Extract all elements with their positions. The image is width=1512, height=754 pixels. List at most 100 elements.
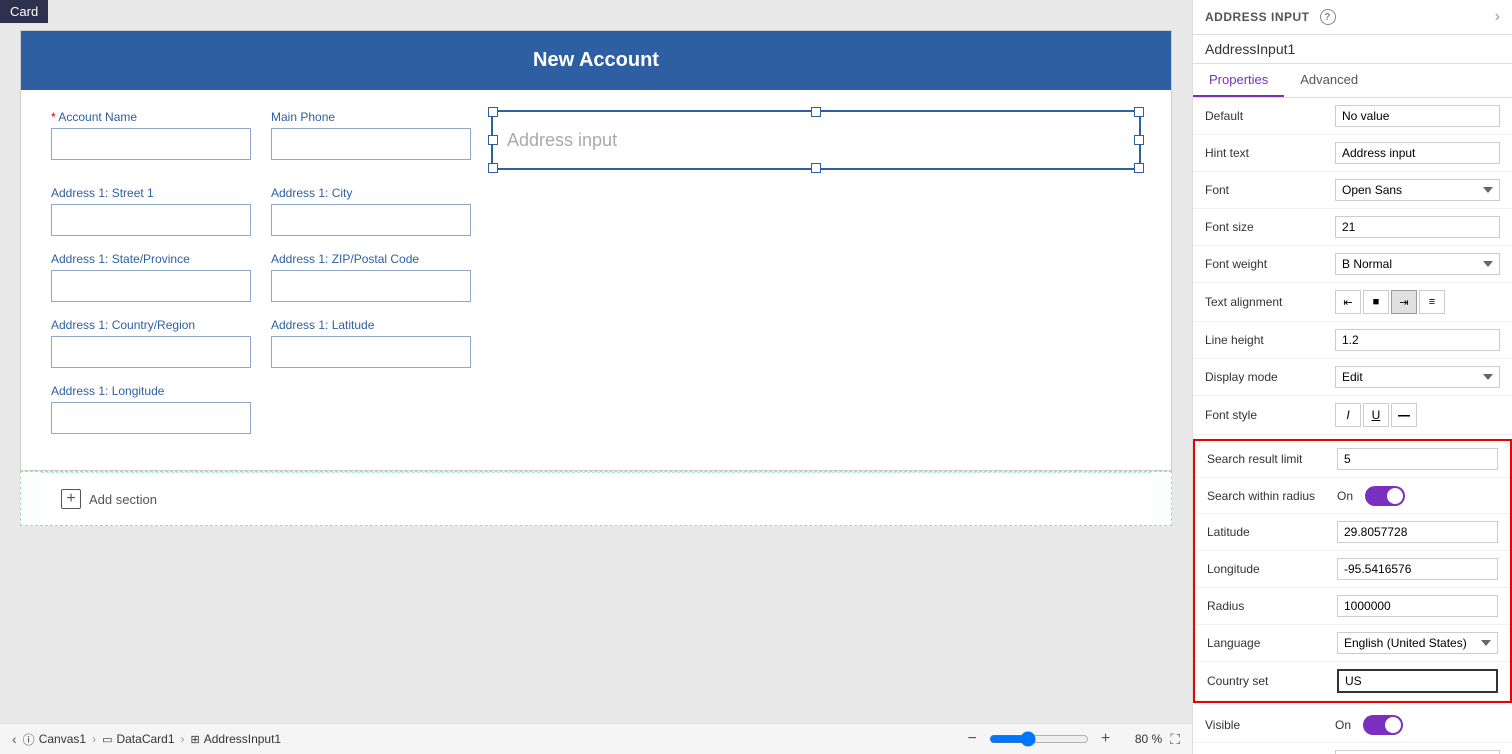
field-label-latitude: Address 1: Latitude	[271, 318, 471, 332]
input-longitude-prop[interactable]	[1337, 558, 1498, 580]
visible-on-label: On	[1335, 718, 1351, 732]
prop-language: Language English (United States)	[1195, 625, 1510, 662]
tab-properties[interactable]: Properties	[1193, 64, 1284, 97]
input-line-height[interactable]	[1335, 329, 1500, 351]
tab-advanced[interactable]: Advanced	[1284, 64, 1374, 97]
prop-padding-top: Padding top	[1193, 743, 1512, 754]
panel-tabs: Properties Advanced	[1193, 64, 1512, 98]
input-latitude[interactable]	[271, 336, 471, 368]
addressinput-label: AddressInput1	[204, 732, 281, 746]
strikethrough-button[interactable]: —	[1391, 403, 1417, 427]
zoom-plus-button[interactable]: +	[1097, 730, 1114, 748]
prop-font-style: Font style I U —	[1193, 396, 1512, 435]
panel-title-row: ADDRESS INPUT ?	[1205, 9, 1336, 25]
breadcrumb-canvas1[interactable]: ⓘ Canvas1	[23, 731, 86, 748]
expand-button[interactable]: ⛶	[1170, 731, 1180, 748]
underline-button[interactable]: U	[1363, 403, 1389, 427]
add-section-button[interactable]: + Add section	[41, 472, 1151, 525]
handle-bl[interactable]	[488, 163, 498, 173]
panel-title: ADDRESS INPUT	[1205, 10, 1310, 24]
prop-latitude: Latitude	[1195, 514, 1510, 551]
panel-chevron-icon[interactable]: ›	[1495, 8, 1500, 26]
input-longitude[interactable]	[51, 402, 251, 434]
prop-label-radius: Radius	[1207, 599, 1337, 613]
handle-tm[interactable]	[811, 107, 821, 117]
visible-toggle[interactable]	[1363, 715, 1403, 735]
select-font[interactable]: Open Sans	[1335, 179, 1500, 201]
input-country[interactable]	[51, 336, 251, 368]
nav-arrow-left[interactable]: ‹	[12, 731, 17, 747]
field-account-name: Account Name	[51, 110, 251, 170]
align-justify-button[interactable]: ≡	[1419, 290, 1445, 314]
prop-value-display-mode: Edit View Disabled	[1335, 366, 1500, 388]
handle-tl[interactable]	[488, 107, 498, 117]
field-city: Address 1: City	[271, 186, 471, 236]
prop-label-font-size: Font size	[1205, 220, 1335, 234]
prop-font-weight: Font weight B Normal Bold Lighter	[1193, 246, 1512, 283]
field-longitude: Address 1: Longitude	[51, 384, 251, 434]
prop-label-visible: Visible	[1205, 718, 1335, 732]
address-input-selected[interactable]: Address input	[491, 110, 1141, 170]
prop-label-font-style: Font style	[1205, 408, 1335, 422]
prop-label-font-weight: Font weight	[1205, 257, 1335, 271]
prop-hint-text: Hint text	[1193, 135, 1512, 172]
main-layout: Card New Account Account Name Main Phone	[0, 0, 1512, 754]
breadcrumb-datacard1[interactable]: ▭ DataCard1	[102, 732, 174, 746]
zoom-minus-button[interactable]: −	[964, 730, 981, 748]
input-country-set[interactable]	[1337, 669, 1498, 693]
input-hint[interactable]	[1335, 142, 1500, 164]
form-body: Account Name Main Phone	[21, 90, 1171, 470]
prop-label-default: Default	[1205, 109, 1335, 123]
handle-br[interactable]	[1134, 163, 1144, 173]
input-search-result-limit[interactable]	[1337, 448, 1498, 470]
breadcrumb-sep2: ›	[181, 732, 185, 746]
field-label-longitude: Address 1: Longitude	[51, 384, 251, 398]
card-label: Card	[0, 0, 48, 23]
input-city[interactable]	[271, 204, 471, 236]
input-street1[interactable]	[51, 204, 251, 236]
select-display-mode[interactable]: Edit View Disabled	[1335, 366, 1500, 388]
select-language[interactable]: English (United States)	[1337, 632, 1498, 654]
prop-value-font: Open Sans	[1335, 179, 1500, 201]
align-left-button[interactable]: ⇤	[1335, 290, 1361, 314]
prop-label-search-within-radius: Search within radius	[1207, 489, 1337, 503]
input-account-name[interactable]	[51, 128, 251, 160]
input-padding-top[interactable]	[1335, 750, 1500, 754]
prop-country-set: Country set	[1195, 662, 1510, 701]
field-street1: Address 1: Street 1	[51, 186, 251, 236]
zoom-bar: ‹ ⓘ Canvas1 › ▭ DataCard1 › ⊞ AddressInp…	[0, 723, 1192, 754]
panel-body: Default Hint text Font Open Sans	[1193, 98, 1512, 754]
input-zip[interactable]	[271, 270, 471, 302]
handle-ml[interactable]	[488, 135, 498, 145]
field-label-state: Address 1: State/Province	[51, 252, 251, 266]
info-icon[interactable]: ?	[1320, 9, 1336, 25]
breadcrumb-addressinput1[interactable]: ⊞ AddressInput1	[191, 732, 282, 746]
field-label-account-name: Account Name	[51, 110, 251, 124]
italic-button[interactable]: I	[1335, 403, 1361, 427]
prop-font: Font Open Sans	[1193, 172, 1512, 209]
prop-value-font-weight: B Normal Bold Lighter	[1335, 253, 1500, 275]
handle-tr[interactable]	[1134, 107, 1144, 117]
prop-label-hint: Hint text	[1205, 146, 1335, 160]
search-within-radius-toggle[interactable]	[1365, 486, 1405, 506]
prop-label-search-result-limit: Search result limit	[1207, 452, 1337, 466]
prop-search-within-radius: Search within radius On	[1195, 478, 1510, 514]
canvas-icon: ⓘ	[23, 731, 35, 748]
input-state[interactable]	[51, 270, 251, 302]
panel-subtitle: AddressInput1	[1193, 35, 1512, 64]
align-center-button[interactable]: ■	[1363, 290, 1389, 314]
field-state: Address 1: State/Province	[51, 252, 251, 302]
input-radius[interactable]	[1337, 595, 1498, 617]
input-default[interactable]	[1335, 105, 1500, 127]
panel-header: ADDRESS INPUT ? ›	[1193, 0, 1512, 35]
input-main-phone[interactable]	[271, 128, 471, 160]
align-right-button[interactable]: ⇥	[1391, 290, 1417, 314]
handle-mr[interactable]	[1134, 135, 1144, 145]
prop-value-search-within-radius: On	[1337, 486, 1498, 506]
input-latitude-prop[interactable]	[1337, 521, 1498, 543]
handle-bm[interactable]	[811, 163, 821, 173]
select-font-weight[interactable]: B Normal Bold Lighter	[1335, 253, 1500, 275]
font-style-buttons: I U —	[1335, 403, 1500, 427]
input-font-size[interactable]	[1335, 216, 1500, 238]
zoom-slider[interactable]	[989, 731, 1089, 747]
